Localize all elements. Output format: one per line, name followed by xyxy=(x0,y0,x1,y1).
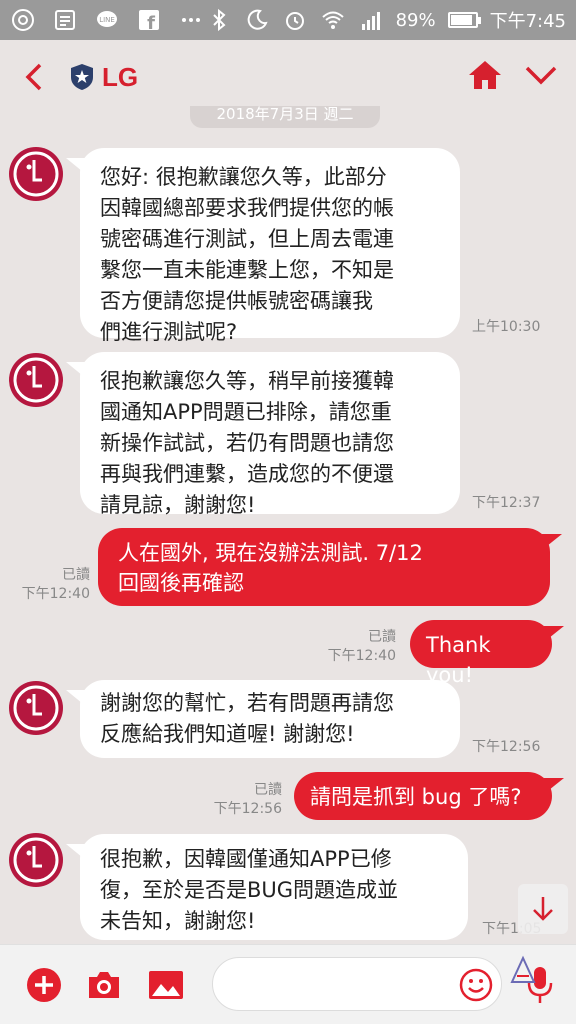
message-line: 請問是抓到 bug 了嗎? xyxy=(310,785,522,809)
message-line: 新操作試試，若仍有問題也請您 xyxy=(100,431,394,455)
more-notifications-icon xyxy=(178,7,204,33)
message-line: 未告知，謝謝您! xyxy=(100,909,256,933)
menu-dropdown-button[interactable] xyxy=(524,64,558,90)
camera-button[interactable] xyxy=(84,965,124,1005)
facebook-icon: f xyxy=(136,7,162,33)
svg-text:f: f xyxy=(147,13,155,32)
message-line: 因韓國總部要求我們提供您的帳 xyxy=(100,196,394,220)
emoji-button[interactable] xyxy=(456,965,496,1005)
page-title: LG xyxy=(102,61,139,92)
chrome-icon xyxy=(10,7,36,33)
message-timestamp: 下午12:40 xyxy=(327,648,396,664)
signal-icon xyxy=(358,7,384,33)
line-app-icon: LINE xyxy=(94,7,120,33)
bluetooth-icon xyxy=(206,7,232,33)
input-bar xyxy=(0,944,576,1024)
message-line: 反應給我們知道喔! 謝謝您! xyxy=(100,722,355,746)
message-line: 們進行測試呢? xyxy=(100,320,238,344)
scroll-to-bottom-button[interactable] xyxy=(518,884,568,934)
date-separator: 2018年7月3日 週二 xyxy=(190,106,380,128)
chat-header: LG xyxy=(0,40,576,114)
lg-avatar-icon[interactable] xyxy=(8,352,64,408)
back-chevron-icon xyxy=(25,63,42,91)
message-line: 人在國外, 現在沒辦法測試. 7/12 xyxy=(118,541,423,565)
read-receipt: 已讀 xyxy=(62,567,90,583)
message-line: 繫您一直未能連繫上您，不知是 xyxy=(100,258,394,282)
read-receipt: 已讀 xyxy=(254,782,282,798)
message-bubble-incoming: 很抱歉讓您久等，稍早前接獲韓 國通知APP問題已排除，請您重 新操作試試，若仍有… xyxy=(66,352,460,517)
message-bubble-outgoing: Thank you! xyxy=(410,620,564,687)
message-bubble-outgoing: 請問是抓到 bug 了嗎? xyxy=(294,772,564,820)
lg-avatar-icon[interactable] xyxy=(8,832,64,888)
back-button[interactable] xyxy=(0,40,70,114)
read-receipt: 已讀 xyxy=(368,629,396,645)
lg-avatar-icon[interactable] xyxy=(8,680,64,736)
home-icon xyxy=(469,61,501,89)
watermark-logo-icon xyxy=(510,955,536,983)
status-bar: LINE f 89% 下午7:45 xyxy=(0,0,576,40)
battery-percent: 89% xyxy=(395,9,436,31)
shield-star-icon xyxy=(71,64,93,90)
svg-text:LINE: LINE xyxy=(99,16,115,24)
add-icon xyxy=(27,968,61,1002)
wifi-icon xyxy=(320,7,346,33)
alarm-icon xyxy=(282,7,308,33)
message-bubble-incoming: 謝謝您的幫忙，若有問題再請您 反應給我們知道喔! 謝謝您! xyxy=(66,680,460,758)
message-line: 您好: 很抱歉讓您久等，此部分 xyxy=(100,165,387,189)
message-bubble-outgoing: 人在國外, 現在沒辦法測試. 7/12 回國後再確認 xyxy=(98,528,562,606)
chat-title[interactable]: LG xyxy=(70,62,138,93)
message-line: 國通知APP問題已排除，請您重 xyxy=(100,400,392,424)
battery-fill xyxy=(450,15,472,25)
message-line: 很抱歉，因韓國僅通知APP已修 xyxy=(100,847,392,871)
message-timestamp: 下午12:56 xyxy=(213,801,282,817)
message-timestamp: 上午10:30 xyxy=(472,319,541,335)
message-timestamp: 下午12:40 xyxy=(21,586,90,602)
image-icon xyxy=(149,971,183,999)
message-line: 回國後再確認 xyxy=(118,571,244,595)
news-icon xyxy=(52,7,78,33)
message-line: 謝謝您的幫忙，若有問題再請您 xyxy=(100,691,394,715)
message-line: 否方便請您提供帳號密碼讓我 xyxy=(100,289,373,313)
message-line: 號密碼進行測試，但上周去電連 xyxy=(100,227,394,251)
do-not-disturb-moon-icon xyxy=(244,7,270,33)
message-line: 很抱歉讓您久等，稍早前接獲韓 xyxy=(100,369,394,393)
add-button[interactable] xyxy=(24,965,64,1005)
lg-avatar-icon[interactable] xyxy=(8,146,64,202)
arrow-down-icon xyxy=(533,897,553,921)
message-line: 復，至於是否是BUG問題造成並 xyxy=(100,878,399,902)
message-line: 請見諒，謝謝您! xyxy=(100,493,256,517)
camera-icon xyxy=(89,972,119,998)
message-timestamp: 下午12:37 xyxy=(472,495,541,511)
image-button[interactable] xyxy=(146,965,186,1005)
message-line: 再與我們連繫，造成您的不便還 xyxy=(100,462,394,486)
clock: 下午7:45 xyxy=(489,11,566,32)
home-button[interactable] xyxy=(468,59,502,95)
message-bubble-incoming: 很抱歉，因韓國僅通知APP已修 復，至於是否是BUG問題造成並 未告知，謝謝您! xyxy=(66,834,468,940)
message-timestamp: 下午12:56 xyxy=(472,739,541,755)
emoji-icon xyxy=(459,968,493,1002)
battery-icon xyxy=(447,12,481,28)
chevron-down-icon xyxy=(525,66,557,85)
message-bubble-incoming: 您好: 很抱歉讓您久等，此部分 因韓國總部要求我們提供您的帳 號密碼進行測試，但… xyxy=(66,148,460,344)
